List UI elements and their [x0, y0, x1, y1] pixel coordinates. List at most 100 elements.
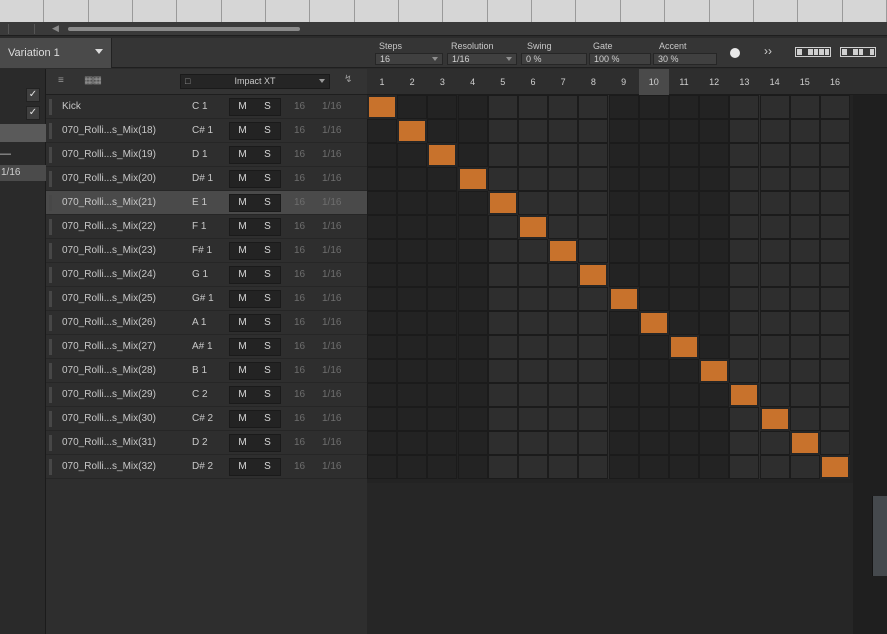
step-cell[interactable]: [789, 263, 820, 287]
step-cell[interactable]: [669, 407, 699, 431]
step-cell[interactable]: [669, 95, 699, 119]
solo-button[interactable]: S: [255, 411, 280, 427]
step-cell[interactable]: [397, 287, 428, 311]
step-cell[interactable]: [759, 359, 790, 383]
step-cell[interactable]: [518, 383, 548, 407]
row-steps[interactable]: 16: [294, 149, 305, 160]
step-cell[interactable]: [548, 95, 579, 119]
note-pitch[interactable]: C 1: [192, 101, 208, 112]
instrument-row[interactable]: 070_Rolli...s_Mix(20) D# 1 M S 16 1/16: [46, 167, 367, 191]
drag-handle[interactable]: [49, 315, 52, 331]
mute-button[interactable]: M: [230, 123, 255, 139]
step-cell[interactable]: [487, 263, 518, 287]
step-cell[interactable]: [699, 383, 730, 407]
step-cell[interactable]: [820, 191, 850, 215]
step-cell[interactable]: [457, 263, 488, 287]
row-steps[interactable]: 16: [294, 389, 305, 400]
step-cell[interactable]: [789, 407, 820, 431]
step-cell[interactable]: [518, 407, 548, 431]
step-cell[interactable]: [578, 455, 609, 479]
mute-button[interactable]: M: [230, 291, 255, 307]
step-cell[interactable]: [427, 167, 458, 191]
gate-param[interactable]: Gate 100 %: [589, 38, 653, 68]
step-cell[interactable]: [608, 383, 639, 407]
step-number[interactable]: 9: [609, 69, 639, 95]
step-cell[interactable]: [367, 287, 397, 311]
drag-handle[interactable]: [49, 291, 52, 307]
step-cell[interactable]: [638, 119, 669, 143]
step-cell[interactable]: [548, 383, 579, 407]
step-cell[interactable]: [367, 215, 397, 239]
step-cell[interactable]: [789, 143, 820, 167]
step-number[interactable]: 1: [367, 69, 397, 95]
step-cell[interactable]: [699, 215, 730, 239]
note-pitch[interactable]: D# 1: [192, 173, 213, 184]
row-resolution[interactable]: 1/16: [322, 149, 341, 160]
step-cell[interactable]: [789, 455, 820, 479]
resolution-field[interactable]: 1/16: [447, 53, 517, 65]
step-cell[interactable]: [397, 359, 428, 383]
step-cell[interactable]: [457, 95, 488, 119]
row-steps[interactable]: 16: [294, 413, 305, 424]
step-cell[interactable]: [669, 263, 699, 287]
step-cell[interactable]: [608, 359, 639, 383]
step-cell[interactable]: [487, 239, 518, 263]
row-steps[interactable]: 16: [294, 173, 305, 184]
note-pitch[interactable]: D# 2: [192, 461, 213, 472]
step-cell[interactable]: [518, 95, 548, 119]
step-cell[interactable]: [759, 167, 790, 191]
step-number[interactable]: 16: [820, 69, 850, 95]
step-cell[interactable]: [820, 359, 850, 383]
step-cell[interactable]: [699, 191, 730, 215]
step-cell[interactable]: [820, 263, 850, 287]
step-cell[interactable]: [669, 311, 699, 335]
mute-button[interactable]: M: [230, 339, 255, 355]
step-cell[interactable]: [487, 383, 518, 407]
step-cell[interactable]: [820, 311, 850, 335]
step-cell[interactable]: [669, 143, 699, 167]
step-cell[interactable]: [638, 359, 669, 383]
step-cell[interactable]: [427, 215, 458, 239]
step-cell[interactable]: [729, 287, 760, 311]
row-steps[interactable]: 16: [294, 461, 305, 472]
step-cell[interactable]: [820, 407, 850, 431]
steps-param[interactable]: Steps 16: [375, 38, 445, 68]
step-cell[interactable]: [578, 143, 609, 167]
step-cell[interactable]: [578, 119, 609, 143]
step-cell[interactable]: [759, 335, 790, 359]
step-cell[interactable]: [518, 167, 548, 191]
step-cell[interactable]: [608, 143, 639, 167]
step-cell[interactable]: [457, 287, 488, 311]
accent-field[interactable]: 30 %: [653, 53, 717, 65]
step-cell[interactable]: [548, 359, 579, 383]
step-cell-active[interactable]: [518, 215, 548, 239]
step-cell[interactable]: [638, 215, 669, 239]
step-cell-active[interactable]: [487, 191, 518, 215]
row-resolution[interactable]: 1/16: [322, 341, 341, 352]
step-cell[interactable]: [487, 359, 518, 383]
step-cell[interactable]: [669, 383, 699, 407]
note-pitch[interactable]: D 2: [192, 437, 208, 448]
step-cell[interactable]: [669, 287, 699, 311]
solo-button[interactable]: S: [255, 387, 280, 403]
step-cell[interactable]: [638, 335, 669, 359]
solo-button[interactable]: S: [255, 195, 280, 211]
instrument-row[interactable]: 070_Rolli...s_Mix(26) A 1 M S 16 1/16: [46, 311, 367, 335]
row-resolution[interactable]: 1/16: [322, 269, 341, 280]
step-cell-active[interactable]: [427, 143, 458, 167]
drag-handle[interactable]: [49, 363, 52, 379]
step-cell[interactable]: [457, 359, 488, 383]
row-steps[interactable]: 16: [294, 317, 305, 328]
step-cell[interactable]: [397, 95, 428, 119]
step-cell[interactable]: [578, 359, 609, 383]
step-cell[interactable]: [608, 407, 639, 431]
mute-button[interactable]: M: [230, 195, 255, 211]
step-cell[interactable]: [608, 263, 639, 287]
row-resolution[interactable]: 1/16: [322, 293, 341, 304]
step-number[interactable]: 14: [760, 69, 790, 95]
step-cell[interactable]: [638, 95, 669, 119]
horizontal-scrollbar[interactable]: ◀: [0, 22, 887, 36]
step-cell[interactable]: [789, 215, 820, 239]
step-cell[interactable]: [608, 455, 639, 479]
step-cell[interactable]: [638, 239, 669, 263]
